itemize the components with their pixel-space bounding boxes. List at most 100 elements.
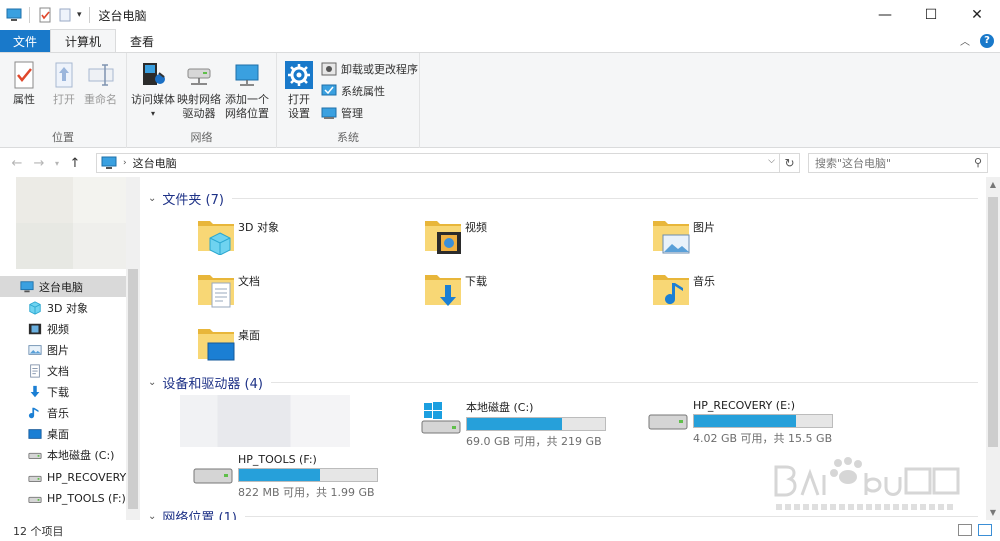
folders-header: 文件夹 (7) (162, 193, 224, 208)
nav-item[interactable]: 本地磁盘 (C:) (0, 444, 126, 465)
nav-item[interactable]: HP_TOOLS (F:) (0, 488, 126, 509)
music-icon (28, 406, 42, 420)
chevron-down-icon: ⌄ (148, 511, 157, 520)
nav-item-label: 视频 (47, 322, 69, 336)
properties-icon[interactable] (37, 7, 53, 23)
3d-objects-icon (28, 300, 42, 315)
minimize-button[interactable]: — (862, 0, 908, 30)
nav-pane-scrollbar[interactable] (126, 177, 140, 520)
map-network-drive-button[interactable]: 映射网络 驱动器 (177, 59, 221, 121)
access-media-button[interactable]: 访问媒体 ▾ (131, 59, 175, 121)
open-settings-button[interactable]: 打开 设置 (283, 59, 315, 121)
manage-icon (321, 107, 337, 119)
drive-usage-bar (466, 417, 606, 431)
media-icon (143, 63, 165, 85)
refresh-button[interactable]: ↻ (780, 153, 800, 173)
nav-item-label: 桌面 (47, 427, 69, 441)
nav-item-label: 3D 对象 (47, 301, 88, 315)
open-button[interactable]: 打开 (48, 59, 80, 107)
new-folder-icon[interactable] (57, 7, 73, 23)
ribbon-group-network: 访问媒体 ▾ 映射网络 驱动器 添加一个 网络位置 网络 (127, 53, 277, 148)
nav-item-label: HP_RECOVERY (47, 471, 127, 484)
video-icon (28, 322, 42, 336)
drive-icon (28, 492, 42, 506)
details-view-icon[interactable] (958, 524, 972, 536)
group-label-location: 位置 (52, 131, 74, 144)
search-input[interactable]: 搜索"这台电脑" ⚲ (808, 153, 988, 173)
nav-item[interactable]: HP_RECOVERY (0, 467, 126, 488)
folder-tile[interactable]: 视频 (423, 215, 487, 255)
breadcrumb-this-pc[interactable]: 这台电脑 (133, 155, 177, 171)
scroll-up-icon[interactable]: ▲ (986, 180, 1000, 189)
folder-tile[interactable]: 文档 (196, 269, 260, 309)
folder-tile[interactable]: 音乐 (651, 269, 715, 309)
rename-button[interactable]: 重命名 (84, 59, 117, 107)
group-label-system: 系统 (337, 131, 359, 144)
nav-item[interactable]: 视频 (0, 318, 126, 339)
nav-item-label: 文档 (47, 364, 69, 378)
nav-item[interactable]: 桌面 (0, 423, 126, 444)
nav-item[interactable]: 3D 对象 (0, 297, 126, 318)
back-arrow-icon[interactable]: ← (6, 156, 28, 171)
folder-tile[interactable]: 桌面 (196, 323, 260, 363)
address-dropdown-icon[interactable]: ⌵ (768, 156, 775, 166)
drive-tile[interactable]: 本地磁盘 (C:) 69.0 GB 可用，共 219 GB (420, 399, 606, 449)
address-bar[interactable]: › 这台电脑 ⌵ (96, 153, 780, 173)
drive-tile[interactable]: HP_RECOVERY (E:) 4.02 GB 可用，共 15.5 GB (647, 399, 833, 446)
pictures-icon (28, 343, 42, 357)
add-network-location-button[interactable]: 添加一个 网络位置 (225, 59, 269, 121)
breadcrumb-separator-icon: › (123, 158, 127, 168)
item-count: 12 个项目 (13, 524, 64, 538)
nav-item[interactable]: 文档 (0, 360, 126, 381)
drive-tile[interactable]: HP_TOOLS (F:) 822 MB 可用，共 1.99 GB (192, 453, 378, 500)
tab-file[interactable]: 文件 (0, 30, 50, 52)
documents-icon (28, 363, 42, 378)
tab-computer[interactable]: 计算机 (50, 29, 117, 52)
status-bar: 12 个项目 (0, 520, 1000, 541)
folder-label: 音乐 (693, 275, 715, 288)
maximize-button[interactable]: ☐ (908, 0, 954, 30)
properties-button[interactable]: 属性 (8, 59, 40, 107)
chevron-down-icon: ⌄ (148, 193, 157, 204)
close-button[interactable]: ✕ (954, 0, 1000, 30)
drive-name: 本地磁盘 (C:) (466, 401, 534, 414)
folder-tile[interactable]: 图片 (651, 215, 715, 255)
uninstall-icon (321, 62, 337, 76)
drive-usage-fill (694, 415, 797, 427)
recent-locations-chevron-icon[interactable]: ▾ (50, 159, 64, 168)
folder-download-icon (423, 269, 463, 309)
properties-icon (14, 61, 34, 89)
section-folders[interactable]: ⌄ 文件夹 (7) (148, 189, 978, 208)
collapse-ribbon-icon[interactable]: ︿ (960, 33, 970, 48)
content-scroll-thumb[interactable] (988, 197, 998, 447)
tab-view[interactable]: 查看 (116, 30, 168, 52)
uninstall-program-button[interactable]: 卸载或更改程序 (321, 59, 418, 79)
nav-item[interactable]: 音乐 (0, 402, 126, 423)
help-icon[interactable]: ? (980, 33, 994, 48)
quick-access-dropdown-icon[interactable]: ▾ (77, 10, 82, 20)
nav-item-label: HP_TOOLS (F:) (47, 492, 126, 505)
drive-usage-bar (693, 414, 833, 428)
folder-documents-icon (196, 269, 236, 309)
up-arrow-icon[interactable]: ↑ (64, 156, 86, 171)
nav-item[interactable]: 图片 (0, 339, 126, 360)
content-scrollbar[interactable]: ▲ ▼ (986, 177, 1000, 520)
nav-item[interactable]: 下载 (0, 381, 126, 402)
nav-scroll-thumb[interactable] (128, 269, 138, 509)
chevron-down-icon: ⌄ (148, 377, 157, 388)
manage-button[interactable]: 管理 (321, 103, 363, 123)
folder-tile[interactable]: 3D 对象 (196, 215, 279, 256)
drive-usage-text: 822 MB 可用，共 1.99 GB (238, 486, 375, 499)
scroll-down-icon[interactable]: ▼ (986, 508, 1000, 517)
window-title: 这台电脑 (98, 8, 147, 23)
drive-name: HP_RECOVERY (E:) (693, 399, 796, 412)
large-icons-view-icon[interactable] (978, 524, 992, 536)
nav-item[interactable]: 这台电脑 (0, 276, 126, 297)
drive-usage-fill (239, 469, 321, 481)
drive-usage-fill (467, 418, 562, 430)
folder-tile[interactable]: 下载 (423, 269, 487, 309)
access-media-dropdown-icon: ▾ (150, 109, 155, 118)
forward-arrow-icon[interactable]: → (28, 156, 50, 171)
section-drives[interactable]: ⌄ 设备和驱动器 (4) (148, 373, 978, 392)
system-properties-button[interactable]: 系统属性 (321, 81, 385, 101)
